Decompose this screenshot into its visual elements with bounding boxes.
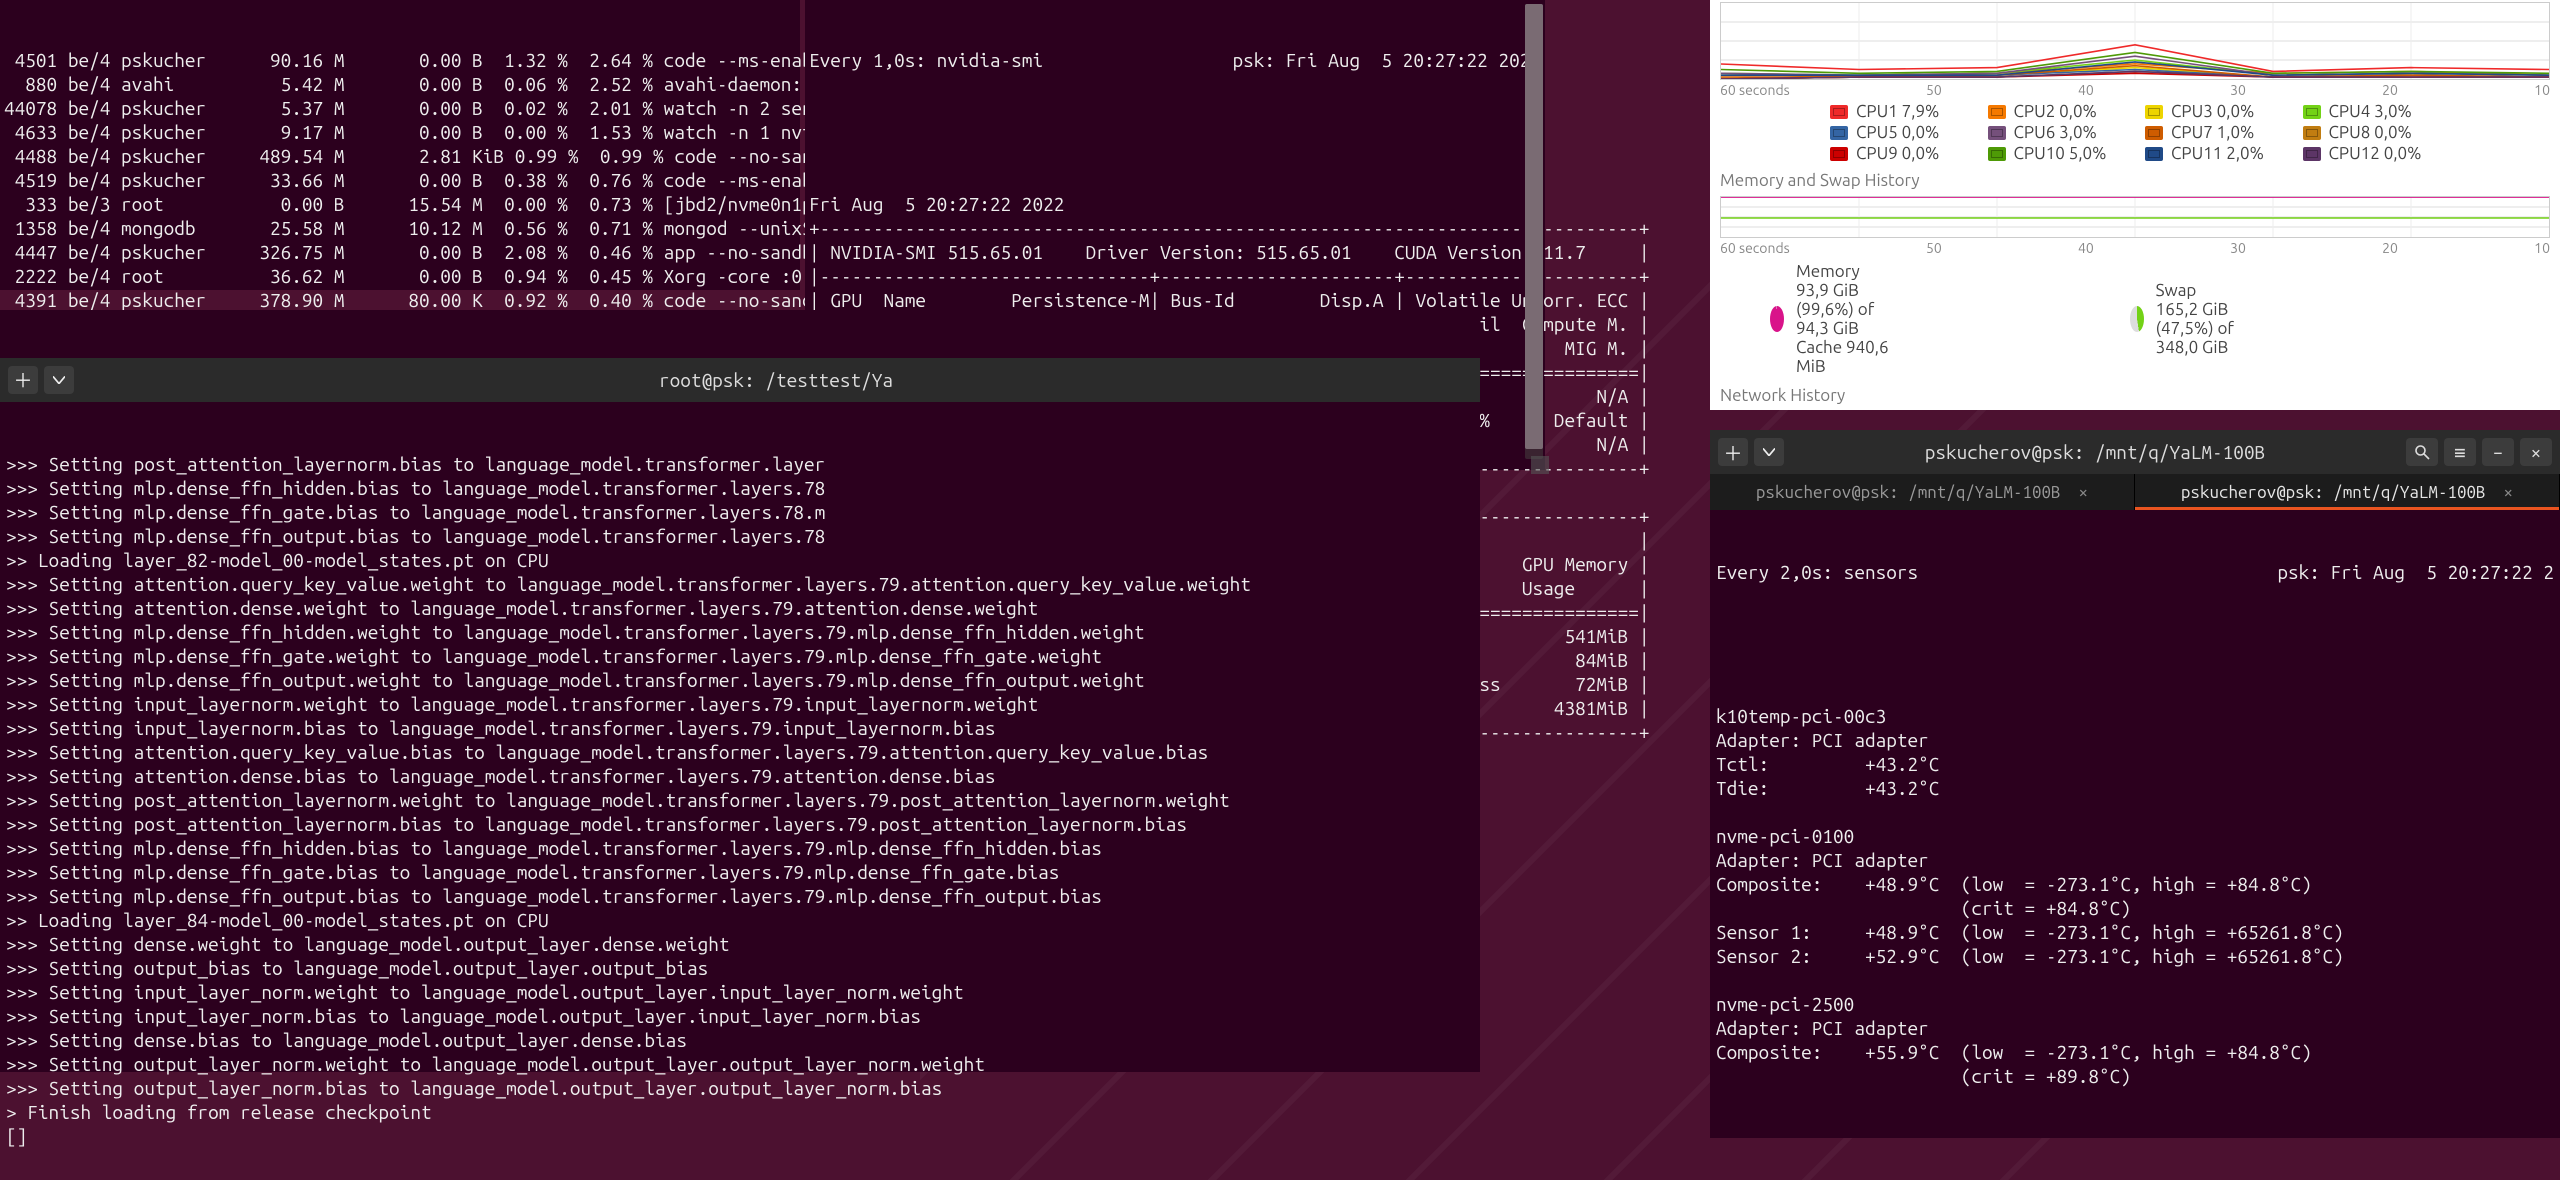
tab-close-icon[interactable]: × — [2504, 483, 2514, 502]
minimize-icon: – — [2493, 441, 2504, 463]
hamburger-icon: ≡ — [2454, 441, 2465, 464]
tab-close-icon[interactable]: × — [2079, 483, 2089, 502]
search-icon — [2414, 444, 2430, 460]
plus-icon: ＋ — [1723, 439, 1742, 466]
window-title: root@psk: /testtest/Ya — [80, 368, 1472, 392]
tab-1-label: pskucherov@psk: /mnt/q/YaLM-100B — [1756, 483, 2061, 502]
terminal-body[interactable]: >>> Setting post_attention_layernorm.bia… — [0, 450, 1480, 1150]
memory-cache: Cache 940,6 MiB — [1796, 338, 1910, 376]
cpu-legend-item[interactable]: CPU6 3,0% — [1988, 123, 2126, 142]
minimize-button[interactable]: – — [2482, 438, 2514, 466]
chevron-down-icon — [53, 376, 65, 384]
cpu-legend-item[interactable]: CPU4 3,0% — [2303, 102, 2441, 121]
close-button[interactable]: × — [2520, 438, 2552, 466]
cpu-legend-item[interactable]: CPU5 0,0% — [1830, 123, 1968, 142]
network-title: Network History — [1710, 382, 2560, 409]
watch-header-right: psk: Fri Aug 5 20:27:22 2 — [2277, 560, 2554, 584]
cpu-axis: 60 seconds5040302010 — [1710, 82, 2560, 98]
memory-info: Memory 93,9 GiB (99,6%) of 94,3 GiB Cach… — [1770, 262, 1910, 376]
tab-2[interactable]: pskucherov@psk: /mnt/q/YaLM-100B × — [2135, 474, 2560, 510]
resize-handle[interactable] — [1531, 456, 1549, 474]
memory-title: Memory and Swap History — [1710, 167, 2560, 194]
sensors-terminal: ＋ pskucherov@psk: /mnt/q/YaLM-100B ≡ – ×… — [1710, 430, 2560, 1072]
tab-bar: pskucherov@psk: /mnt/q/YaLM-100B × pskuc… — [1710, 474, 2560, 510]
mem-axis: 60 seconds5040302010 — [1710, 240, 2560, 256]
swap-gauge-icon — [2130, 306, 2144, 332]
cpu-legend-item[interactable]: CPU7 1,0% — [2145, 123, 2283, 142]
titlebar[interactable]: ＋ pskucherov@psk: /mnt/q/YaLM-100B ≡ – × — [1710, 430, 2560, 474]
close-icon: × — [2531, 441, 2542, 463]
watch-header-right: psk: Fri Aug 5 20:27:22 2022 — [1232, 48, 1541, 72]
cpu-legend-item[interactable]: CPU8 0,0% — [2303, 123, 2441, 142]
cpu-legend-item[interactable]: CPU9 0,0% — [1830, 144, 1968, 163]
window-title: pskucherov@psk: /mnt/q/YaLM-100B — [1790, 441, 2400, 463]
cpu-legend-item[interactable]: CPU1 7,9% — [1830, 102, 1968, 121]
training-log-terminal: ＋ root@psk: /testtest/Ya >>> Setting pos… — [0, 310, 1480, 1072]
tab-2-label: pskucherov@psk: /mnt/q/YaLM-100B — [2181, 483, 2486, 502]
cpu-chart — [1720, 2, 2550, 80]
sensors-body: k10temp-pci-00c3 Adapter: PCI adapter Tc… — [1716, 704, 2554, 1088]
swap-usage: 165,2 GiB (47,5%) of 348,0 GiB — [2156, 300, 2280, 357]
scrollbar-thumb[interactable] — [1525, 4, 1543, 449]
htop-panel: 4501 be/4 pskucher 90.16 M 0.00 B 1.32 %… — [0, 0, 800, 290]
tab-1[interactable]: pskucherov@psk: /mnt/q/YaLM-100B × — [1710, 474, 2135, 510]
menu-button[interactable] — [1754, 438, 1784, 466]
mem-chart — [1720, 196, 2550, 238]
swap-label: Swap — [2156, 281, 2280, 300]
titlebar[interactable]: ＋ root@psk: /testtest/Ya — [0, 358, 1480, 402]
new-tab-button[interactable]: ＋ — [8, 366, 38, 394]
cpu-legend: CPU1 7,9% CPU2 0,0% CPU3 0,0% CPU4 3,0% CPU5… — [1710, 98, 2560, 167]
menu-button[interactable] — [44, 366, 74, 394]
cpu-legend-item[interactable]: CPU12 0,0% — [2303, 144, 2441, 163]
cpu-legend-item[interactable]: CPU2 0,0% — [1988, 102, 2126, 121]
system-monitor-panel: 60 seconds5040302010 CPU1 7,9%CPU2 0,0%C… — [1710, 0, 2560, 410]
memory-usage: 93,9 GiB (99,6%) of 94,3 GiB — [1796, 281, 1910, 338]
plus-icon: ＋ — [13, 368, 32, 392]
watch-header-left: Every 2,0s: sensors — [1716, 560, 1918, 584]
memory-label: Memory — [1796, 262, 1910, 281]
chevron-down-icon — [1763, 448, 1775, 456]
memory-gauge-icon — [1770, 306, 1784, 332]
watch-header-left: Every 1,0s: nvidia-smi — [809, 48, 1043, 72]
cpu-legend-item[interactable]: CPU10 5,0% — [1988, 144, 2126, 163]
cpu-legend-item[interactable]: CPU3 0,0% — [2145, 102, 2283, 121]
swap-info: Swap 165,2 GiB (47,5%) of 348,0 GiB — [2130, 262, 2280, 376]
scrollbar[interactable] — [1525, 4, 1543, 459]
hamburger-button[interactable]: ≡ — [2444, 438, 2476, 466]
cpu-legend-item[interactable]: CPU11 2,0% — [2145, 144, 2283, 163]
new-tab-button[interactable]: ＋ — [1718, 438, 1748, 466]
search-button[interactable] — [2406, 438, 2438, 466]
